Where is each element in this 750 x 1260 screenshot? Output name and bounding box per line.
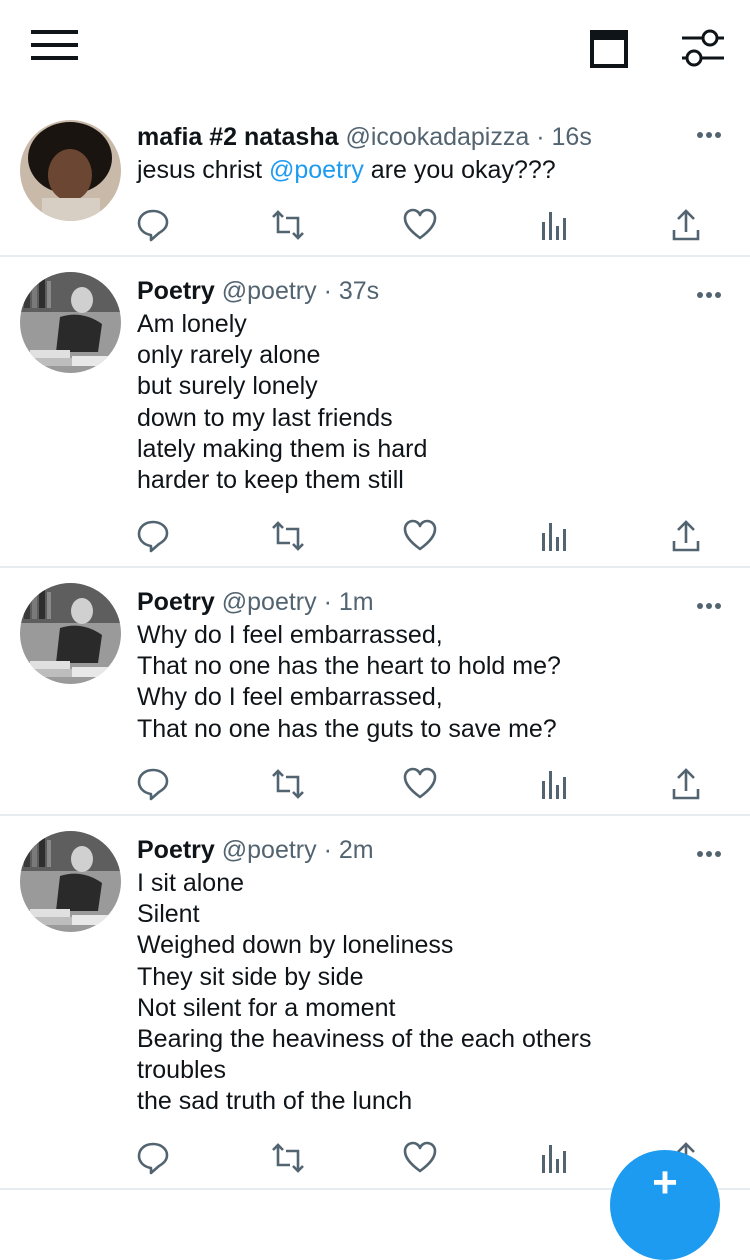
action-bar — [0, 208, 750, 242]
avatar[interactable] — [20, 120, 121, 221]
tweet-text-part: are you okay??? — [363, 156, 556, 184]
user-handle[interactable]: @poetry — [222, 588, 317, 616]
text-line: I sit alone — [137, 869, 245, 897]
display-name[interactable]: Poetry — [137, 277, 215, 305]
heart-icon[interactable] — [403, 208, 437, 242]
text-line: Silent — [137, 900, 200, 929]
analytics-icon[interactable] — [540, 1141, 568, 1175]
separator: · — [323, 588, 332, 616]
retweet-icon[interactable] — [270, 208, 306, 242]
tweet-1[interactable]: mafia #2 natasha @icookadapizza · 16s je… — [0, 118, 750, 257]
separator: · — [323, 836, 332, 864]
timestamp[interactable]: 2m — [339, 836, 374, 864]
user-handle[interactable]: @poetry — [222, 836, 317, 864]
heart-icon[interactable] — [403, 767, 437, 801]
display-name[interactable]: Poetry — [137, 588, 215, 616]
avatar[interactable] — [20, 272, 121, 373]
retweet-icon[interactable] — [270, 767, 306, 801]
sliders-icon[interactable] — [680, 28, 726, 68]
tweet-text: jesus christ @poetry are you okay??? — [137, 155, 657, 186]
text-line: That no one has the heart to hold me? — [137, 652, 561, 681]
text-line: They sit side by side — [137, 962, 364, 991]
text-line: That no one has the guts to save me? — [137, 714, 557, 743]
tweet-4[interactable]: Poetry @poetry · 2m I sit alone Silent W… — [0, 816, 750, 1190]
mention-link[interactable]: @poetry — [269, 156, 364, 184]
more-dots-icon[interactable] — [696, 286, 722, 298]
reply-icon[interactable] — [137, 1141, 169, 1175]
more-dots-icon[interactable] — [696, 597, 722, 609]
user-handle[interactable]: @icookadapizza — [345, 123, 529, 151]
text-line: Why do I feel embarrassed, — [137, 683, 443, 712]
text-line: the sad truth of the lunch — [137, 1087, 413, 1116]
text-line: Bearing the heaviness of the each others — [137, 1025, 592, 1054]
tweet-header: mafia #2 natasha @icookadapizza · 16s — [137, 122, 592, 153]
analytics-icon[interactable] — [540, 519, 568, 553]
share-icon[interactable] — [672, 767, 700, 801]
text-line: down to my last friends — [137, 403, 393, 432]
retweet-icon[interactable] — [270, 519, 306, 553]
more-dots-icon[interactable] — [696, 126, 722, 138]
tweet-3[interactable]: Poetry @poetry · 1m Why do I feel embarr… — [0, 568, 750, 816]
retweet-icon[interactable] — [270, 1141, 306, 1175]
tweet-text: Am lonely only rarely alone but surely l… — [137, 309, 657, 496]
separator: · — [536, 123, 545, 151]
action-bar — [0, 767, 750, 801]
text-line: harder to keep them still — [137, 466, 404, 495]
timestamp[interactable]: 37s — [339, 277, 379, 305]
hamburger-menu-icon[interactable] — [31, 30, 79, 62]
tweet-header: Poetry @poetry · 1m — [137, 587, 374, 618]
heart-icon[interactable] — [403, 1141, 437, 1175]
share-icon[interactable] — [672, 519, 700, 553]
tweet-text: I sit alone Silent Weighed down by lonel… — [137, 868, 657, 1118]
tweet-text-part: jesus christ — [137, 156, 269, 184]
top-bar — [0, 0, 750, 96]
text-line: Am lonely — [137, 310, 247, 338]
reply-icon[interactable] — [137, 519, 169, 553]
heart-icon[interactable] — [403, 519, 437, 553]
separator: · — [323, 277, 332, 305]
analytics-icon[interactable] — [540, 208, 568, 242]
share-icon[interactable] — [672, 208, 700, 242]
compose-button[interactable]: + — [610, 1150, 720, 1260]
tweet-2[interactable]: Poetry @poetry · 37s Am lonely only rare… — [0, 257, 750, 568]
action-bar — [0, 519, 750, 553]
reply-icon[interactable] — [137, 767, 169, 801]
timestamp[interactable]: 1m — [339, 588, 374, 616]
text-line: but surely lonely — [137, 372, 318, 401]
avatar[interactable] — [20, 583, 121, 684]
text-line: Why do I feel embarrassed, — [137, 621, 443, 649]
text-line: lately making them is hard — [137, 434, 428, 463]
tweet-text: Why do I feel embarrassed, That no one h… — [137, 620, 657, 745]
user-handle[interactable]: @poetry — [222, 277, 317, 305]
analytics-icon[interactable] — [540, 767, 568, 801]
text-line: Weighed down by loneliness — [137, 931, 454, 960]
more-dots-icon[interactable] — [696, 845, 722, 857]
text-line: only rarely alone — [137, 341, 321, 370]
avatar[interactable] — [20, 831, 121, 932]
reply-icon[interactable] — [137, 208, 169, 242]
text-line: troubles — [137, 1056, 226, 1085]
display-name[interactable]: Poetry — [137, 836, 215, 864]
compose-plus-icon: + — [652, 1158, 678, 1207]
calendar-icon[interactable] — [590, 28, 630, 68]
display-name[interactable]: mafia #2 natasha — [137, 123, 339, 151]
timestamp[interactable]: 16s — [552, 123, 592, 151]
tweet-header: Poetry @poetry · 2m — [137, 835, 374, 866]
text-line: Not silent for a moment — [137, 993, 396, 1022]
tweet-header: Poetry @poetry · 37s — [137, 276, 379, 307]
